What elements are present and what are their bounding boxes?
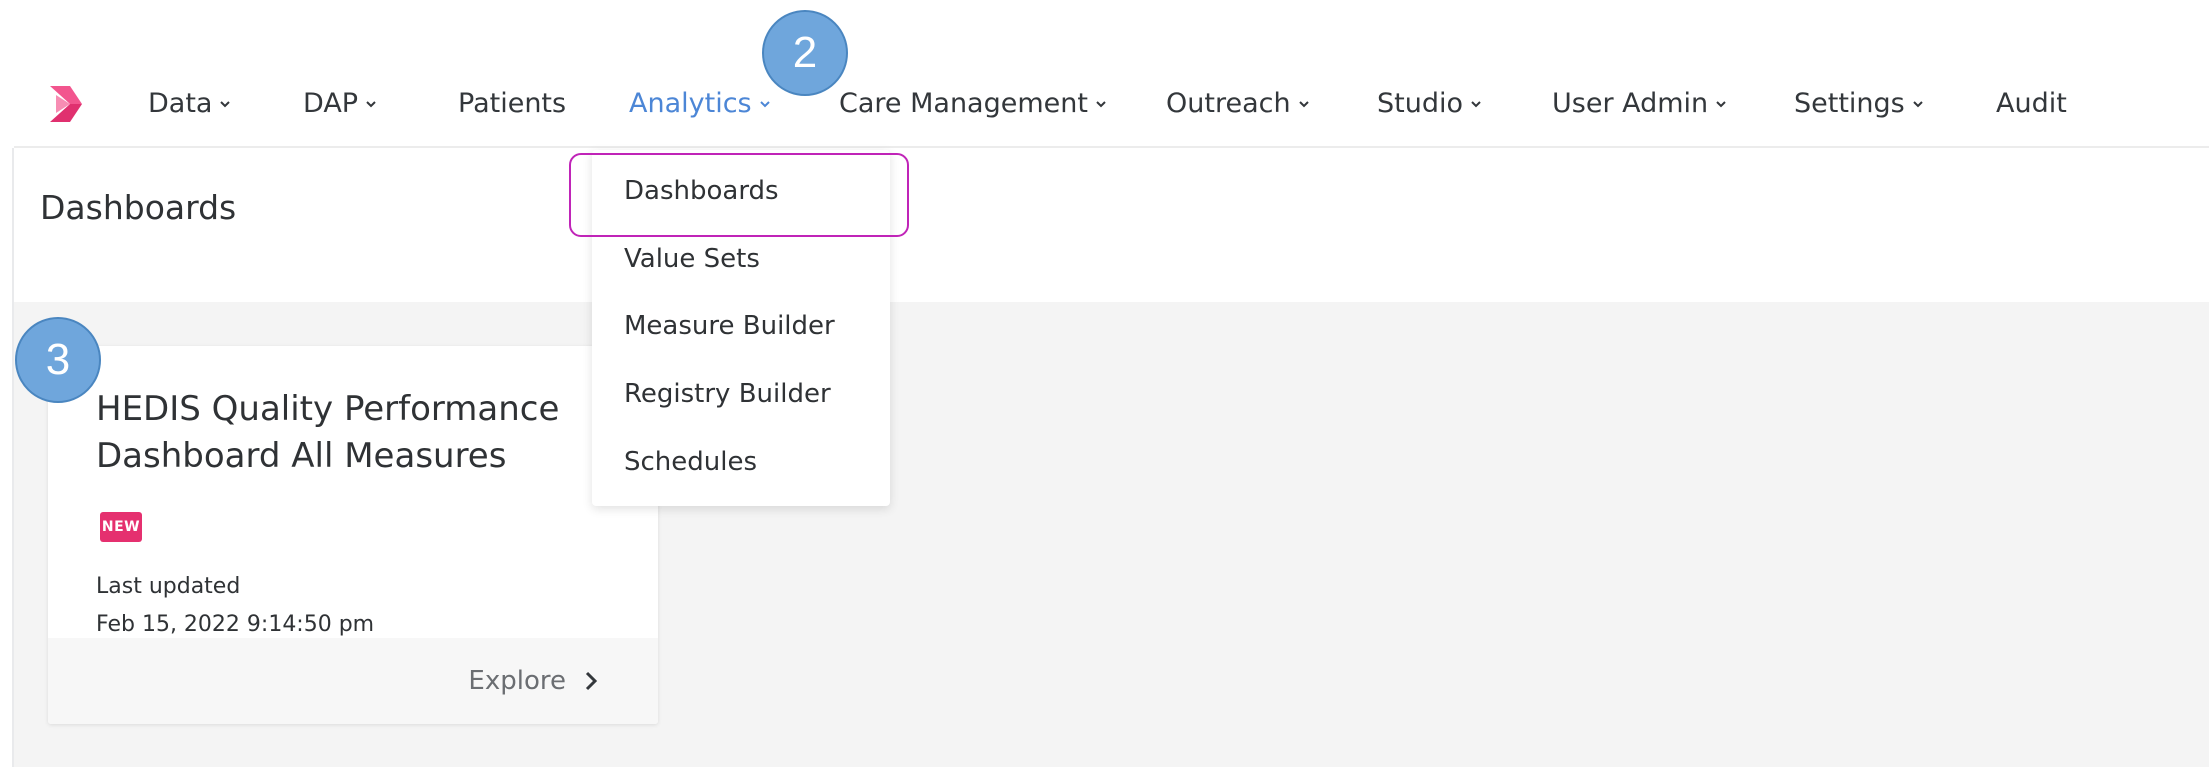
menu-item-schedules[interactable]: Schedules <box>624 447 757 477</box>
nav-outreach-label: Outreach <box>1166 88 1291 119</box>
chevron-down-icon <box>1096 100 1106 107</box>
chevron-down-icon <box>759 100 770 107</box>
card-title-line2: Dashboard All Measures <box>96 436 507 476</box>
nav-analytics-label: Analytics <box>629 88 752 119</box>
nav-patients[interactable]: Patients <box>458 88 566 119</box>
top-navbar: Data DAP Patients Analytics Care Managem… <box>14 60 2209 148</box>
chevron-down-icon <box>366 100 376 107</box>
explore-label: Explore <box>468 666 566 696</box>
chevron-down-icon <box>1471 100 1481 107</box>
chevron-down-icon <box>1298 100 1309 107</box>
nav-user-admin-label: User Admin <box>1552 88 1709 119</box>
nav-audit[interactable]: Audit <box>1996 88 2067 119</box>
chevron-right-icon <box>585 671 598 691</box>
chevron-down-icon <box>220 100 231 107</box>
explore-button[interactable]: Explore <box>468 666 598 696</box>
new-badge: NEW <box>100 512 142 542</box>
nav-data-label: Data <box>148 88 213 119</box>
nav-care-management-label: Care Management <box>839 88 1088 119</box>
nav-studio-label: Studio <box>1377 88 1463 119</box>
nav-care-management[interactable]: Care Management <box>839 88 1107 119</box>
nav-user-admin[interactable]: User Admin <box>1552 88 1727 119</box>
card-title-line1: HEDIS Quality Performance <box>96 389 560 429</box>
menu-item-measure-builder[interactable]: Measure Builder <box>624 311 835 341</box>
nav-analytics[interactable]: Analytics <box>629 88 771 119</box>
nav-outreach[interactable]: Outreach <box>1166 88 1310 119</box>
menu-item-value-sets[interactable]: Value Sets <box>624 244 760 274</box>
app-logo[interactable] <box>46 82 86 126</box>
nav-dap-label: DAP <box>303 88 359 119</box>
last-updated-label: Last updated <box>96 574 241 599</box>
nav-studio[interactable]: Studio <box>1377 88 1482 119</box>
logo-icon <box>50 86 82 122</box>
highlight-annotation <box>569 153 909 237</box>
step-badge-3: 3 <box>15 317 101 403</box>
nav-settings[interactable]: Settings <box>1794 88 1924 119</box>
card-title: HEDIS Quality Performance Dashboard All … <box>96 386 616 480</box>
app-root: Data DAP Patients Analytics Care Managem… <box>0 0 2209 767</box>
nav-audit-label: Audit <box>1996 88 2067 119</box>
nav-settings-label: Settings <box>1794 88 1905 119</box>
step-badge-2: 2 <box>762 10 848 96</box>
dashboard-card[interactable]: HEDIS Quality Performance Dashboard All … <box>48 346 658 724</box>
chevron-down-icon <box>1913 100 1923 107</box>
page-title: Dashboards <box>40 188 237 227</box>
chevron-down-icon <box>1716 100 1726 107</box>
nav-dap[interactable]: DAP <box>303 88 377 119</box>
nav-data[interactable]: Data <box>148 88 231 119</box>
nav-patients-label: Patients <box>458 88 567 119</box>
card-footer: Explore <box>48 638 658 724</box>
last-updated-value: Feb 15, 2022 9:14:50 pm <box>96 612 375 637</box>
menu-item-registry-builder[interactable]: Registry Builder <box>624 379 831 409</box>
page-header: Dashboards <box>14 148 2209 302</box>
